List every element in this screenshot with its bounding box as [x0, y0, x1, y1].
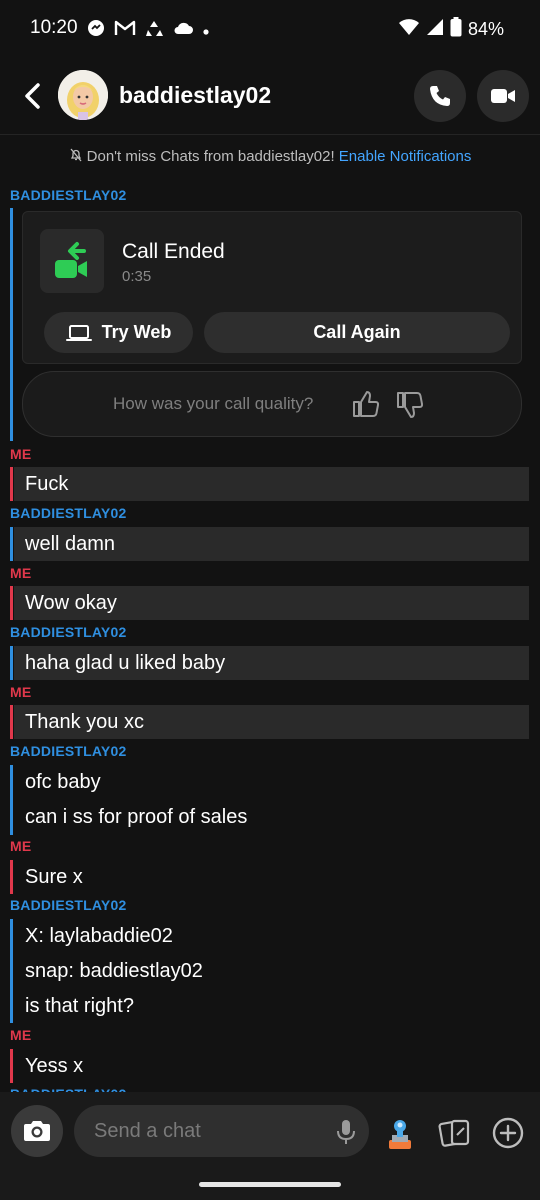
bell-off-icon [70, 148, 82, 162]
dot-icon [202, 21, 210, 43]
sender-label: BADDIESTLAY02 [10, 624, 127, 640]
call-again-button[interactable]: Call Again [204, 312, 510, 353]
message-bar [10, 646, 13, 680]
sender-label: BADDIESTLAY02 [10, 187, 127, 203]
message-bar [10, 586, 13, 620]
try-web-label: Try Web [101, 322, 172, 342]
call-title: Call Ended [122, 240, 225, 263]
sender-label: BADDIESTLAY02 [10, 897, 127, 913]
battery-icon [450, 17, 462, 42]
message-text[interactable]: snap: baddiestlay02 [25, 960, 203, 983]
sender-label: ME [10, 446, 32, 462]
sender-label: BADDIESTLAY02 [10, 505, 127, 521]
sender-label: ME [10, 1027, 32, 1043]
sender-label: ME [10, 838, 32, 854]
message-bar [10, 527, 13, 561]
enable-notifications-link[interactable]: Enable Notifications [339, 148, 472, 165]
chat-title[interactable]: baddiestlay02 [119, 82, 271, 109]
bitmoji-avatar-icon [58, 70, 108, 120]
sender-label: BADDIESTLAY02 [10, 743, 127, 759]
chevron-left-icon [25, 83, 40, 109]
message-bar [10, 919, 13, 1023]
try-web-button[interactable]: Try Web [44, 312, 193, 353]
message-text[interactable]: haha glad u liked baby [25, 652, 225, 675]
wifi-icon [398, 18, 420, 41]
video-call-ended-icon [55, 242, 87, 278]
voice-call-button[interactable] [414, 70, 466, 122]
message-text[interactable]: Sure x [25, 866, 83, 889]
phone-icon [430, 86, 450, 106]
gmail-icon [114, 19, 136, 44]
message-bar [10, 765, 13, 835]
message-text[interactable]: is that right? [25, 995, 134, 1018]
call-again-label: Call Again [313, 322, 401, 342]
chat-input-bar [0, 1092, 540, 1200]
status-time: 10:20 [30, 17, 78, 38]
back-button[interactable] [18, 80, 48, 112]
add-button[interactable] [491, 1116, 525, 1150]
microphone-icon [337, 1120, 355, 1144]
message-text[interactable]: Wow okay [25, 592, 117, 615]
microphone-button[interactable] [335, 1119, 357, 1145]
thumbs-down-icon[interactable] [395, 390, 425, 420]
bitmoji-icon [389, 1120, 411, 1149]
message-text[interactable]: can i ss for proof of sales [25, 806, 247, 829]
cards-icon [438, 1119, 470, 1147]
laptop-icon [65, 324, 92, 341]
recycle-icon [144, 18, 164, 45]
plus-circle-icon [492, 1117, 524, 1149]
camera-icon [24, 1121, 50, 1141]
call-icon [40, 229, 104, 293]
message-text[interactable]: Yess x [25, 1055, 83, 1078]
bitmoji-button[interactable] [383, 1116, 417, 1150]
call-ended-card: Call Ended 0:35 Try Web Call Again [22, 211, 522, 364]
messenger-notification-icon [86, 18, 106, 45]
battery-percent: 84% [467, 19, 504, 39]
call-quality-prompt: How was your call quality? [22, 371, 522, 437]
message-bar [10, 208, 13, 441]
home-indicator[interactable] [199, 1182, 341, 1187]
message-text[interactable]: well damn [25, 533, 115, 556]
video-camera-icon [491, 89, 515, 103]
message-bar [10, 705, 13, 739]
message-text[interactable]: X: laylabaddie02 [25, 925, 173, 948]
thumbs-up-icon[interactable] [351, 389, 381, 419]
sender-label: ME [10, 684, 32, 700]
notification-text: Don't miss Chats from baddiestlay02! [86, 148, 335, 165]
notification-banner: Don't miss Chats from baddiestlay02! Ena… [0, 148, 540, 165]
cloud-icon [172, 20, 194, 43]
camera-button[interactable] [11, 1105, 63, 1157]
call-duration: 0:35 [122, 268, 152, 285]
message-bar [10, 1049, 13, 1083]
signal-icon [426, 18, 444, 41]
chat-input[interactable] [74, 1105, 369, 1157]
message-bar [10, 467, 13, 501]
message-highlight [14, 467, 529, 501]
avatar[interactable] [58, 70, 108, 120]
video-call-button[interactable] [477, 70, 529, 122]
sender-label: ME [10, 565, 32, 581]
chat-header: baddiestlay02 [0, 58, 540, 135]
message-bar [10, 860, 13, 894]
status-bar: 10:20 84% [0, 0, 540, 58]
message-text[interactable]: Fuck [25, 473, 68, 496]
message-text[interactable]: ofc baby [25, 771, 101, 794]
stickers-button[interactable] [438, 1116, 472, 1150]
call-quality-text: How was your call quality? [113, 394, 314, 413]
message-text[interactable]: Thank you xc [25, 711, 144, 734]
